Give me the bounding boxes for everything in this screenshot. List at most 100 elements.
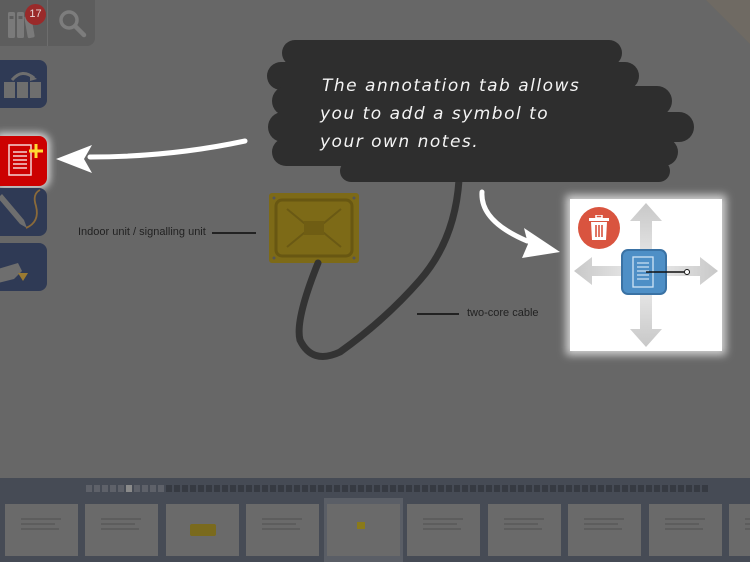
page-dot[interactable] — [662, 485, 668, 492]
page-dot[interactable] — [454, 485, 460, 492]
page-thumbnail[interactable] — [568, 504, 641, 556]
page-dot[interactable] — [406, 485, 412, 492]
page-dot[interactable] — [446, 485, 452, 492]
page-dot[interactable] — [670, 485, 676, 492]
page-dot[interactable] — [278, 485, 284, 492]
page-dot[interactable] — [526, 485, 532, 492]
delete-symbol-button[interactable] — [578, 207, 620, 249]
page-dot[interactable] — [630, 485, 636, 492]
page-dot[interactable] — [134, 485, 140, 492]
page-dot[interactable] — [646, 485, 652, 492]
page-dot[interactable] — [654, 485, 660, 492]
page-dot[interactable] — [358, 485, 364, 492]
page-dot[interactable] — [430, 485, 436, 492]
page-dot[interactable] — [230, 485, 236, 492]
page-dot[interactable] — [382, 485, 388, 492]
page-dot[interactable] — [478, 485, 484, 492]
thumbnail-content — [178, 514, 226, 544]
thumbnail-content — [339, 514, 387, 544]
page-dot[interactable] — [534, 485, 540, 492]
page-dot[interactable] — [94, 485, 100, 492]
page-dot[interactable] — [398, 485, 404, 492]
page-dot[interactable] — [518, 485, 524, 492]
page-dot[interactable] — [470, 485, 476, 492]
page-dot[interactable] — [350, 485, 356, 492]
page-thumbnail[interactable] — [649, 504, 722, 556]
page-dot[interactable] — [462, 485, 468, 492]
page-dot[interactable] — [550, 485, 556, 492]
page-dot[interactable] — [118, 485, 124, 492]
page-dot[interactable] — [390, 485, 396, 492]
page-thumbnail[interactable] — [5, 504, 78, 556]
page-thumbnail[interactable] — [246, 504, 319, 556]
page-dot[interactable] — [102, 485, 108, 492]
page-thumbnail[interactable] — [729, 504, 750, 556]
page-dot[interactable] — [686, 485, 692, 492]
page-dot[interactable] — [590, 485, 596, 492]
page-dot[interactable] — [614, 485, 620, 492]
page-dot[interactable] — [286, 485, 292, 492]
page-dot[interactable] — [126, 485, 132, 492]
page-dot[interactable] — [318, 485, 324, 492]
page-dot[interactable] — [198, 485, 204, 492]
page-dot[interactable] — [262, 485, 268, 492]
page-dot[interactable] — [438, 485, 444, 492]
page-dot[interactable] — [694, 485, 700, 492]
page-dot[interactable] — [158, 485, 164, 492]
page-dot[interactable] — [110, 485, 116, 492]
page-dot[interactable] — [294, 485, 300, 492]
page-dot[interactable] — [174, 485, 180, 492]
tooltip-line-2: you to add a symbol to — [320, 104, 550, 124]
thumbnail-content — [17, 514, 65, 544]
page-dot[interactable] — [598, 485, 604, 492]
trash-icon — [589, 215, 609, 240]
page-thumbnail[interactable] — [85, 504, 158, 556]
page-indicator[interactable] — [86, 485, 708, 492]
page-dot[interactable] — [190, 485, 196, 492]
page-dot[interactable] — [510, 485, 516, 492]
page-dot[interactable] — [502, 485, 508, 492]
page-thumbnail[interactable] — [327, 504, 400, 556]
page-thumbnail[interactable] — [488, 504, 561, 556]
page-dot[interactable] — [582, 485, 588, 492]
page-dot[interactable] — [222, 485, 228, 492]
page-dot[interactable] — [86, 485, 92, 492]
page-dot[interactable] — [374, 485, 380, 492]
page-dot[interactable] — [166, 485, 172, 492]
page-dot[interactable] — [702, 485, 708, 492]
page-dot[interactable] — [302, 485, 308, 492]
cable-label: two-core cable — [467, 307, 539, 319]
page-dot[interactable] — [326, 485, 332, 492]
thumbnail-content — [97, 514, 145, 544]
page-dot[interactable] — [574, 485, 580, 492]
page-dot[interactable] — [206, 485, 212, 492]
page-dot[interactable] — [238, 485, 244, 492]
page-dot[interactable] — [246, 485, 252, 492]
page-dot[interactable] — [558, 485, 564, 492]
page-dot[interactable] — [334, 485, 340, 492]
page-dot[interactable] — [366, 485, 372, 492]
page-thumbnail[interactable] — [166, 504, 239, 556]
page-dot[interactable] — [678, 485, 684, 492]
thumbnail-content — [580, 514, 628, 544]
page-dot[interactable] — [214, 485, 220, 492]
page-dot[interactable] — [542, 485, 548, 492]
page-dot[interactable] — [494, 485, 500, 492]
note-pointer-line[interactable] — [646, 268, 692, 276]
page-dot[interactable] — [486, 485, 492, 492]
page-dot[interactable] — [182, 485, 188, 492]
page-dot[interactable] — [142, 485, 148, 492]
page-thumbnail[interactable] — [407, 504, 480, 556]
page-dot[interactable] — [270, 485, 276, 492]
page-dot[interactable] — [254, 485, 260, 492]
page-dot[interactable] — [414, 485, 420, 492]
page-dot[interactable] — [310, 485, 316, 492]
page-dot[interactable] — [150, 485, 156, 492]
page-dot[interactable] — [606, 485, 612, 492]
page-dot[interactable] — [638, 485, 644, 492]
page-dot[interactable] — [566, 485, 572, 492]
tooltip-line-3: your own notes. — [320, 132, 480, 152]
page-dot[interactable] — [622, 485, 628, 492]
page-dot[interactable] — [422, 485, 428, 492]
page-dot[interactable] — [342, 485, 348, 492]
